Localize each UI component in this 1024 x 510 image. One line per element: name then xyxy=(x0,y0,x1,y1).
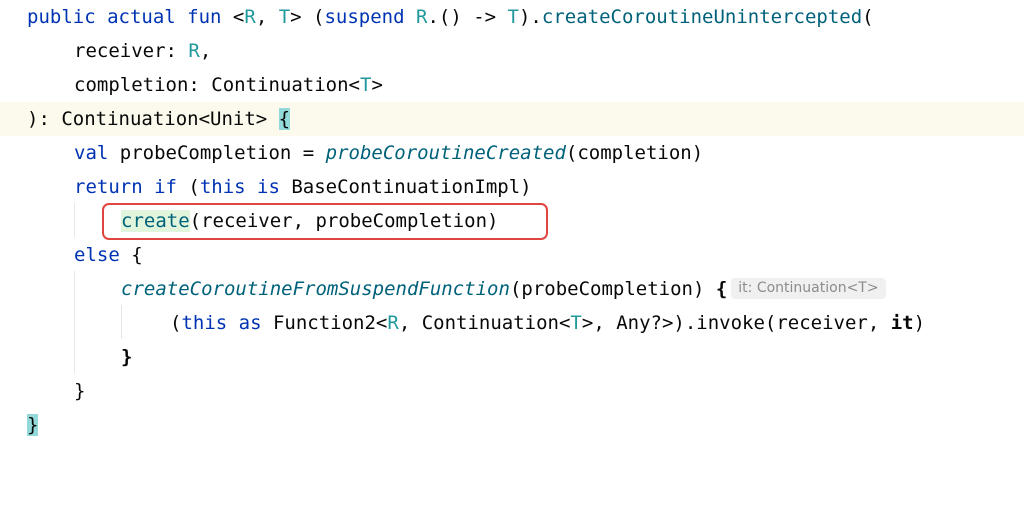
code-line-5: val probeCompletion = probeCoroutineCrea… xyxy=(0,136,1024,170)
type-param-t: T xyxy=(278,6,291,28)
type-param-r: R xyxy=(387,312,399,334)
keyword-as: as xyxy=(238,312,273,334)
punct: ) xyxy=(913,312,926,334)
lambda-brace: } xyxy=(121,346,133,368)
matched-brace: { xyxy=(278,108,291,130)
variable-probe-completion: probeCompletion = xyxy=(119,142,326,164)
brace: { xyxy=(131,244,143,266)
keyword-else: else xyxy=(74,244,132,266)
keyword-return-if: return if xyxy=(74,176,189,198)
type-param-r: R xyxy=(244,6,256,28)
code-line-4-current: ): Continuation<Unit> { xyxy=(0,102,1024,136)
function-create-coroutine-unintercepted[interactable]: createCoroutineUnintercepted xyxy=(542,6,862,28)
punct: , xyxy=(199,40,212,62)
keyword-suspend: suspend xyxy=(324,6,416,28)
type-base-continuation-impl: BaseContinuationImpl) xyxy=(291,176,532,198)
type-param-t: T xyxy=(507,6,519,28)
keyword-it: it xyxy=(890,312,914,334)
punct: ( xyxy=(170,312,182,334)
call-args: (completion) xyxy=(565,142,704,164)
type-param-r: R xyxy=(416,6,428,28)
punct: ( xyxy=(862,6,874,28)
type-function2: Function2< xyxy=(272,312,388,334)
type-continuation: , Continuation< xyxy=(398,312,571,334)
annotation-highlight-box xyxy=(102,203,548,240)
code-line-10: (this as Function2<R, Continuation<T>, A… xyxy=(0,306,1024,340)
keyword-this-is: this is xyxy=(199,176,292,198)
code-line-3: completion: Continuation<T> xyxy=(0,68,1024,102)
call-args: (probeCompletion) xyxy=(509,278,716,300)
code-line-2: receiver: R, xyxy=(0,34,1024,68)
punct: , xyxy=(255,6,279,28)
punct: ). xyxy=(518,6,542,28)
function-create-coroutine-from-suspend-function[interactable]: createCoroutineFromSuspendFunction xyxy=(121,278,510,300)
code-line-8: else { xyxy=(0,238,1024,272)
type-param-t: T xyxy=(570,312,582,334)
param-receiver: receiver: xyxy=(74,40,189,62)
inlay-hint[interactable]: it: Continuation<T> xyxy=(731,278,886,299)
punct: > xyxy=(371,74,383,96)
code-line-9: createCoroutineFromSuspendFunction(probe… xyxy=(0,272,1024,306)
code-line-6: return if (this is BaseContinuationImpl) xyxy=(0,170,1024,204)
punct: .() -> xyxy=(427,6,508,28)
code-editor[interactable]: public actual fun <R, T> (suspend R.() -… xyxy=(0,0,1024,457)
punct: > ( xyxy=(290,6,325,28)
lambda-brace: { xyxy=(715,278,728,300)
brace: } xyxy=(74,380,86,402)
matched-brace: } xyxy=(27,414,39,436)
code-line-11: } xyxy=(0,340,1024,374)
keyword-this: this xyxy=(181,312,239,334)
punct: ( xyxy=(188,176,200,198)
return-type: ): Continuation<Unit> xyxy=(27,108,279,130)
keyword-public-actual-fun: public actual fun xyxy=(27,6,233,28)
keyword-val: val xyxy=(74,142,120,164)
param-completion: completion: Continuation< xyxy=(74,74,360,96)
type-param-r: R xyxy=(188,40,200,62)
type-param-t: T xyxy=(359,74,372,96)
invoke-call: >, Any?>).invoke(receiver, xyxy=(581,312,891,334)
function-probe-coroutine-created[interactable]: probeCoroutineCreated xyxy=(326,142,566,164)
code-line-13: } xyxy=(0,408,1024,442)
code-line-12: } xyxy=(0,374,1024,408)
punct: < xyxy=(232,6,245,28)
code-line-1: public actual fun <R, T> (suspend R.() -… xyxy=(0,0,1024,34)
